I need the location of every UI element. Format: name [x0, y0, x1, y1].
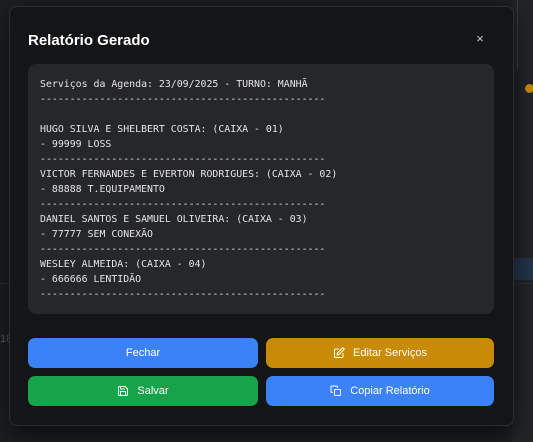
report-line: - 77777 SEM CONEXÃO [40, 229, 153, 240]
report-line: - 99999 LOSS [40, 139, 112, 150]
save-button[interactable]: Salvar [28, 376, 258, 406]
copy-report-button-label: Copiar Relatório [350, 385, 430, 397]
modal-title: Relatório Gerado [28, 32, 150, 49]
close-button[interactable]: Fechar [28, 338, 258, 368]
report-line [40, 107, 482, 122]
close-icon[interactable]: × [472, 31, 488, 47]
report-line: ----------------------------------------… [40, 154, 326, 165]
copy-icon [330, 385, 342, 397]
report-line: WESLEY ALMEIDA: (CAIXA - 04) [40, 259, 207, 270]
report-line: HUGO SILVA E SHELBERT COSTA: (CAIXA - 01… [40, 124, 284, 135]
report-line: Serviços da Agenda: 23/09/2025 - TURNO: … [40, 79, 308, 90]
edit-services-button-label: Editar Serviços [353, 347, 427, 359]
background-divider [517, 0, 518, 70]
report-line: DANIEL SANTOS E SAMUEL OLIVEIRA: (CAIXA … [40, 214, 308, 225]
background-highlight-bar [514, 258, 533, 280]
close-button-label: Fechar [125, 347, 161, 359]
edit-icon [333, 347, 345, 359]
report-line: ----------------------------------------… [40, 289, 326, 300]
background-panel [512, 0, 533, 442]
report-line: - 666666 LENTIDÃO [40, 274, 142, 285]
background-status-dot [525, 84, 533, 93]
report-line: ----------------------------------------… [40, 94, 326, 105]
report-line: ----------------------------------------… [40, 199, 326, 210]
report-line: ----------------------------------------… [40, 244, 326, 255]
edit-services-button[interactable]: Editar Serviços [266, 338, 494, 368]
report-line: VICTOR FERNANDES E EVERTON RODRIGUES: (C… [40, 169, 338, 180]
report-line: - 88888 T.EQUIPAMENTO [40, 184, 165, 195]
save-button-label: Salvar [137, 385, 169, 397]
report-text-box[interactable]: Serviços da Agenda: 23/09/2025 - TURNO: … [28, 64, 494, 314]
save-icon [117, 385, 129, 397]
report-modal: Relatório Gerado × Serviços da Agenda: 2… [9, 6, 514, 426]
copy-report-button[interactable]: Copiar Relatório [266, 376, 494, 406]
